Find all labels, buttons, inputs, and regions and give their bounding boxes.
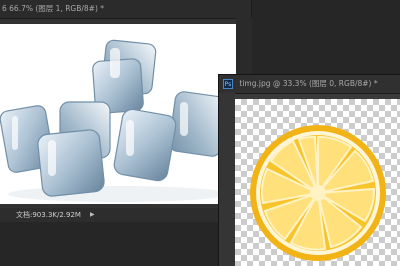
canvas-ice-cubes[interactable] [0,24,236,204]
document-tab-title: 6 66.7% (图层 1, RGB/8#) * [2,4,105,13]
document-tab-title: timg.jpg @ 33.3% (图层 0, RGB/8#) * [239,79,378,88]
lemon-slice-image [250,125,386,261]
document-tab-ice[interactable]: 6 66.7% (图层 1, RGB/8#) * [0,0,251,19]
status-menu-arrow-icon[interactable]: ▶ [90,208,95,222]
canvas-margin [219,93,235,266]
document-window-ice[interactable]: 6 66.7% (图层 1, RGB/8#) * 文档:903.3K/2.92M… [0,0,252,222]
status-bar: 文档:903.3K/2.92M ▶ [0,208,236,222]
canvas-lemon-slice[interactable] [235,99,400,266]
ice-cubes-image [0,39,228,202]
photoshop-icon: Ps [223,79,233,89]
document-size-label: 文档:903.3K/2.92M [16,211,81,219]
document-tab-lemon[interactable]: Ps timg.jpg @ 33.3% (图层 0, RGB/8#) * [219,75,400,94]
document-window-lemon[interactable]: Ps timg.jpg @ 33.3% (图层 0, RGB/8#) * [218,74,400,266]
